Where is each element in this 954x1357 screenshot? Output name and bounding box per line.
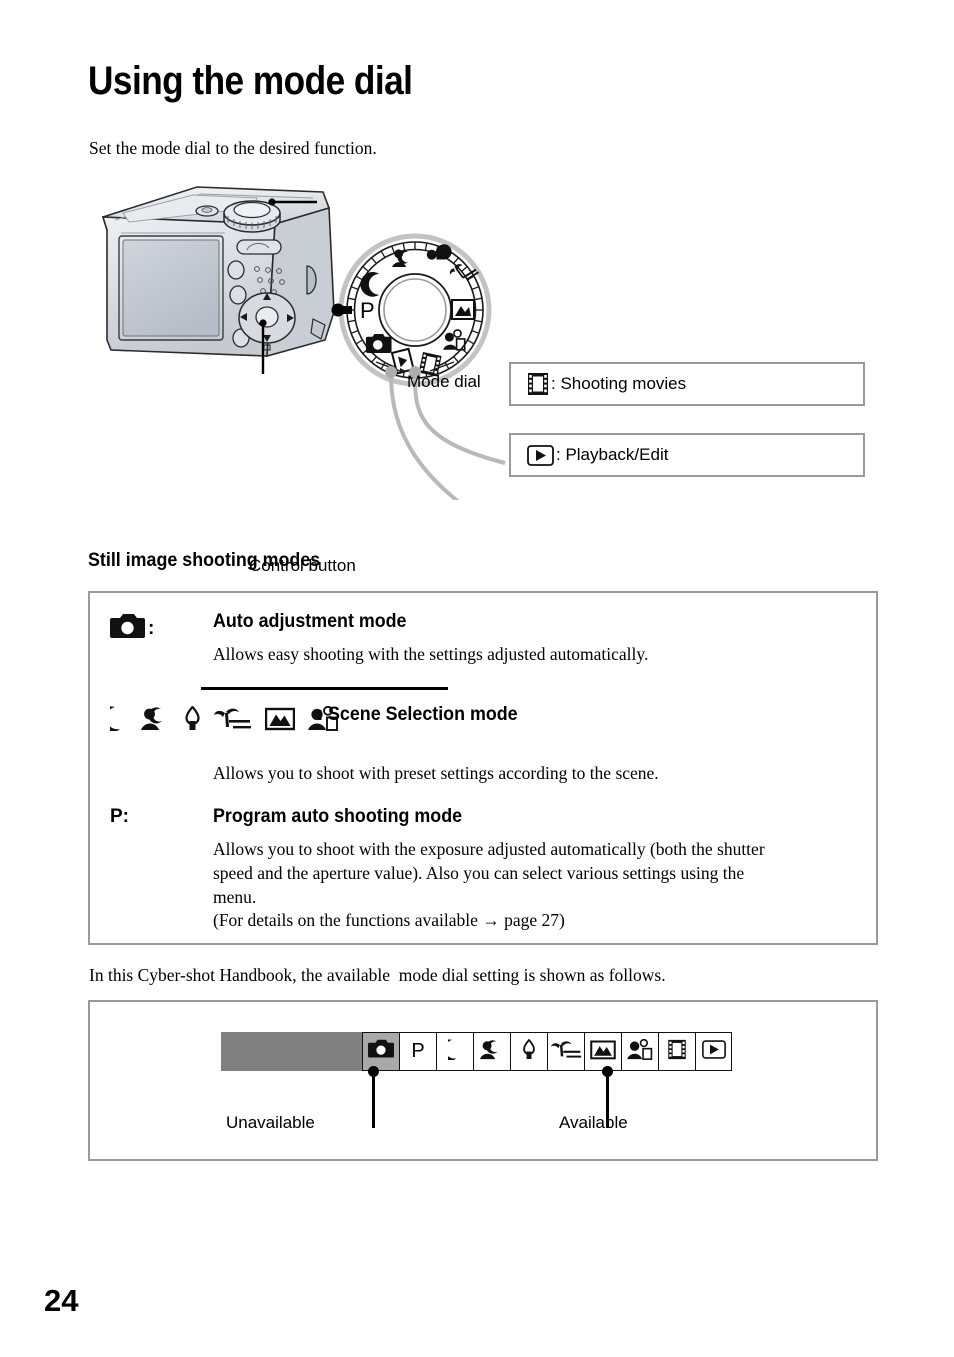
program-desc-line2: speed and the aperture value). Also you … [213,862,745,883]
camera-icon [368,1039,394,1064]
dial-index-marker [331,303,352,317]
twilight-portrait-icon [141,706,171,736]
program-reference: (For details on the functions available … [213,909,883,933]
dial-high-sensitivity-icon [443,329,466,351]
legend-cell-auto[interactable] [362,1032,399,1071]
auto-mode-description: Allows easy shooting with the settings a… [213,644,649,664]
divider-rule [201,687,448,690]
scene-mode-title: Scene Selection mode [328,704,518,725]
legend-cell-soft-snap[interactable] [510,1032,547,1071]
legend-cell-program[interactable]: P [399,1032,436,1071]
manual-page: Using the mode dial Set the mode dial to… [0,0,954,1357]
program-reference-suffix: page 27) [504,910,565,931]
landscape-mountain-icon [590,1039,616,1065]
dial-landscape-icon [451,299,475,320]
landscape-mountain-icon [264,706,296,736]
camera-icon [110,613,145,645]
program-mode-title: Program auto shooting mode [213,806,463,827]
soft-snap-candle-icon [522,1038,536,1065]
program-reference-prefix: (For details on the functions available [213,910,478,931]
legend-bar: P [221,1032,732,1071]
camera-body-illustration [101,186,335,358]
auto-mode-title: Auto adjustment mode [213,611,407,632]
legend-cell-high-sensitivity[interactable] [621,1032,658,1071]
callout-playback-text: : Playback/Edit [556,445,669,464]
playback-triangle-icon [701,1039,726,1064]
callout-movies-text: : Shooting movies [551,374,687,393]
available-label: Available [559,1113,628,1132]
legend-bar-spacer [221,1032,362,1071]
callout-connector-lines [389,373,506,500]
high-sensitivity-person-icon [626,1038,654,1065]
beach-palm-icon [214,706,252,736]
movie-film-icon [527,372,549,396]
twilight-moon-icon [98,706,128,736]
section-heading-still-modes: Still image shooting modes [88,550,321,571]
handbook-note: In this Cyber-shot Handbook, the availab… [89,965,666,985]
program-desc-line3: menu. [213,886,257,907]
legend-cell-twilight-portrait[interactable] [473,1032,510,1071]
mode-dial-legend-box: P [88,1000,878,1161]
program-key: P: [110,806,129,827]
auto-colon: : [148,618,155,639]
body-mode-dial [223,200,281,233]
page-title: Using the mode dial [88,58,413,103]
mode-dial-label: Mode dial [407,372,481,391]
legend-cell-landscape[interactable] [584,1032,621,1071]
legend-cell-movie[interactable] [658,1032,695,1071]
legend-cell-twilight[interactable] [436,1032,473,1071]
page-number: 24 [44,1283,79,1318]
soft-snap-candle-icon [184,705,201,736]
still-modes-box: : Auto adjustment mode Allows easy shoot… [88,591,878,945]
scene-colon: : [317,704,324,725]
dial-soft-snap-icon [426,244,452,260]
dial-twilight-moon-icon [360,272,380,297]
unavailable-label: Unavailable [226,1113,315,1132]
callout-playback-edit: : Playback/Edit [509,433,865,477]
twilight-moon-icon [437,1038,463,1065]
playback-triangle-icon [527,444,554,466]
movie-film-icon [667,1039,687,1065]
intro-text: Set the mode dial to the desired functio… [89,138,377,158]
right-arrow-icon: → [482,910,500,931]
beach-palm-icon [550,1039,582,1065]
unavailable-stem [371,1071,375,1128]
legend-cell-beach[interactable] [547,1032,584,1071]
callout-shooting-movies: : Shooting movies [509,362,865,406]
connector-dot-playback [385,366,397,378]
program-desc-line1: Allows you to shoot with the exposure ad… [213,839,765,859]
legend-cell-playback[interactable] [695,1032,732,1071]
scene-mode-description: Allows you to shoot with preset settings… [213,763,659,783]
twilight-portrait-icon [479,1039,505,1065]
p-letter-label: P [411,1040,425,1062]
legend-cells: P [362,1032,732,1071]
mode-dial-diagram: P [331,233,492,387]
dial-p-letter: P [360,298,375,323]
dial-auto-camera-icon [365,333,392,353]
